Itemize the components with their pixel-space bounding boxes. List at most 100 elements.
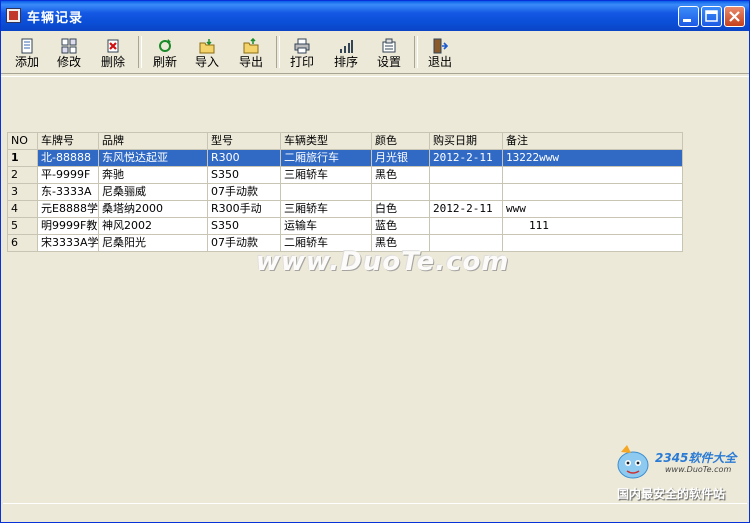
cell-date[interactable]: [429, 166, 503, 184]
cell-note[interactable]: 13222www: [502, 149, 683, 167]
cell-plate[interactable]: 明9999F教: [37, 217, 99, 235]
sort-bars-icon: [340, 40, 353, 53]
col-header-date[interactable]: 购买日期: [429, 132, 503, 150]
logo-title: 2345软件大全: [655, 451, 737, 465]
delete-button[interactable]: 删除: [95, 35, 131, 71]
table-row[interactable]: 3 东-3333A 尼桑骊威 07手动款: [7, 183, 683, 201]
close-button[interactable]: [724, 6, 745, 27]
cell-brand[interactable]: 东风悦达起亚: [98, 149, 208, 167]
col-header-no[interactable]: NO: [7, 132, 38, 150]
cell-color[interactable]: 黑色: [371, 166, 430, 184]
col-header-model[interactable]: 型号: [207, 132, 281, 150]
exit-button[interactable]: 退出: [422, 35, 458, 71]
cell-note[interactable]: 111: [502, 217, 683, 235]
logo-url: www.DuoTe.com: [665, 465, 732, 474]
cell-brand[interactable]: 奔驰: [98, 166, 208, 184]
toolbar-separator: [414, 36, 418, 68]
maximize-button[interactable]: [701, 6, 722, 27]
row-number[interactable]: 3: [7, 183, 38, 201]
row-number[interactable]: 4: [7, 200, 38, 218]
export-folder-icon: [243, 38, 259, 54]
status-bar: [3, 503, 747, 522]
maximize-icon: [705, 10, 718, 22]
cell-note[interactable]: [502, 234, 683, 252]
cell-brand[interactable]: 尼桑骊威: [98, 183, 208, 201]
cell-note[interactable]: [502, 183, 683, 201]
exit-label: 退出: [427, 55, 452, 69]
row-number[interactable]: 2: [7, 166, 38, 184]
cell-model[interactable]: R300手动: [207, 200, 281, 218]
printer-icon: [294, 38, 310, 54]
edit-label: 修改: [56, 55, 81, 69]
refresh-label: 刷新: [152, 55, 177, 69]
settings-button[interactable]: 设置: [371, 35, 407, 71]
refresh-button[interactable]: 刷新: [147, 35, 183, 71]
minimize-button[interactable]: [678, 6, 699, 27]
close-icon: [729, 11, 740, 22]
cell-model[interactable]: S350: [207, 217, 281, 235]
row-number[interactable]: 1: [7, 149, 38, 167]
minimize-icon: [683, 19, 691, 22]
cell-date[interactable]: [429, 183, 503, 201]
toolbar-separator: [138, 36, 142, 68]
toolbar: 添加 修改 删除 刷新 导入 导出 打印 排序 设置 退出: [5, 33, 745, 71]
export-label: 导出: [238, 55, 263, 69]
cell-type[interactable]: 三厢轿车: [280, 200, 372, 218]
cell-color[interactable]: 月光银: [371, 149, 430, 167]
cell-plate[interactable]: 元E8888学: [37, 200, 99, 218]
cell-type[interactable]: 三厢轿车: [280, 166, 372, 184]
cell-type[interactable]: 二厢旅行车: [280, 149, 372, 167]
header-row: NO 车牌号 品牌 型号 车辆类型 颜色 购买日期 备注: [7, 132, 683, 150]
sort-button[interactable]: 排序: [328, 35, 364, 71]
sort-label: 排序: [333, 55, 358, 69]
watermark: www.DuoTe.com: [256, 247, 510, 277]
col-header-type[interactable]: 车辆类型: [280, 132, 372, 150]
export-button[interactable]: 导出: [233, 35, 269, 71]
cell-color[interactable]: 白色: [371, 200, 430, 218]
col-header-color[interactable]: 颜色: [371, 132, 430, 150]
edit-grid-icon: [61, 38, 77, 54]
cell-brand[interactable]: 桑塔纳2000: [98, 200, 208, 218]
cell-brand[interactable]: 神风2002: [98, 217, 208, 235]
toolbar-separator: [276, 36, 280, 68]
cell-model[interactable]: R300: [207, 149, 281, 167]
cell-type[interactable]: [280, 183, 372, 201]
table-row[interactable]: 1 北-88888 东风悦达起亚 R300 二厢旅行车 月光银 2012-2-1…: [7, 149, 683, 167]
cell-plate[interactable]: 东-3333A: [37, 183, 99, 201]
cell-date[interactable]: 2012-2-11: [429, 149, 503, 167]
cell-color[interactable]: [371, 183, 430, 201]
title-bar[interactable]: 车辆记录: [1, 1, 749, 31]
cell-type[interactable]: 运输车: [280, 217, 372, 235]
add-button[interactable]: 添加: [9, 35, 45, 71]
col-header-plate[interactable]: 车牌号: [37, 132, 99, 150]
row-number[interactable]: 6: [7, 234, 38, 252]
cell-plate[interactable]: 平-9999F: [37, 166, 99, 184]
table-row[interactable]: 2 平-9999F 奔驰 S350 三厢轿车 黑色: [7, 166, 683, 184]
window-title: 车辆记录: [27, 11, 84, 26]
col-header-brand[interactable]: 品牌: [98, 132, 208, 150]
site-logo: 2345软件大全 www.DuoTe.com 国内最安全的软件站: [607, 441, 747, 503]
row-number[interactable]: 5: [7, 217, 38, 235]
cell-date[interactable]: [429, 217, 503, 235]
table-row[interactable]: 5 明9999F教 神风2002 S350 运输车 蓝色 111: [7, 217, 683, 235]
cell-model[interactable]: S350: [207, 166, 281, 184]
delete-label: 删除: [100, 55, 125, 69]
cell-note[interactable]: [502, 166, 683, 184]
cell-note[interactable]: www: [502, 200, 683, 218]
col-header-note[interactable]: 备注: [502, 132, 683, 150]
exit-door-icon: [433, 38, 448, 54]
import-folder-icon: [199, 39, 215, 54]
print-button[interactable]: 打印: [284, 35, 320, 71]
cell-date[interactable]: 2012-2-11: [429, 200, 503, 218]
settings-label: 设置: [376, 55, 401, 69]
cell-color[interactable]: 蓝色: [371, 217, 430, 235]
import-button[interactable]: 导入: [189, 35, 225, 71]
import-label: 导入: [194, 55, 219, 69]
table-row[interactable]: 4 元E8888学 桑塔纳2000 R300手动 三厢轿车 白色 2012-2-…: [7, 200, 683, 218]
cell-model[interactable]: 07手动款: [207, 183, 281, 201]
edit-button[interactable]: 修改: [51, 35, 87, 71]
cell-plate[interactable]: 北-88888: [37, 149, 99, 167]
cell-brand[interactable]: 尼桑阳光: [98, 234, 208, 252]
cell-plate[interactable]: 宋3333A学: [37, 234, 99, 252]
add-label: 添加: [14, 55, 39, 69]
